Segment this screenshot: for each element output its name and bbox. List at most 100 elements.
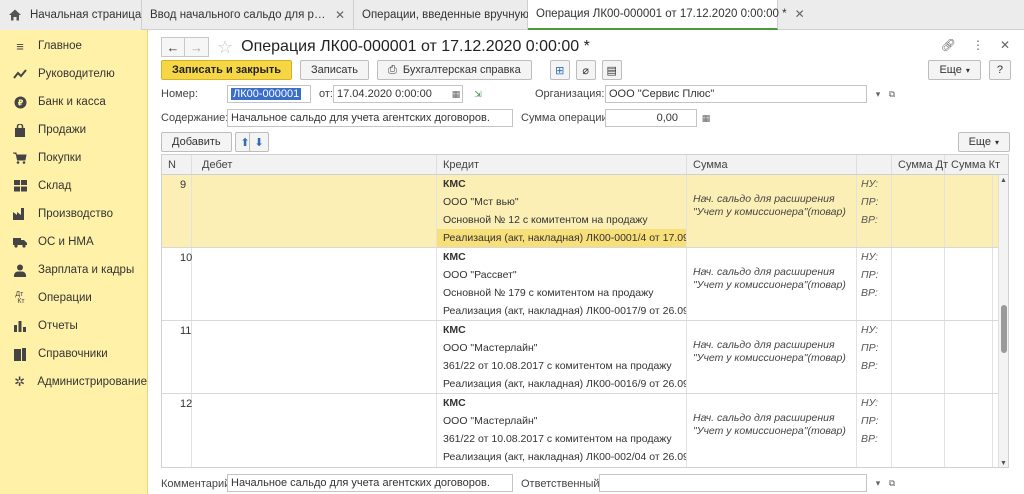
add-row-button[interactable]: Добавить	[161, 132, 232, 152]
sidebar-item-reports[interactable]: Отчеты	[0, 312, 147, 340]
sum-kt-cell[interactable]	[945, 248, 993, 320]
content-input[interactable]: Начальное сальдо для учета агентских дог…	[227, 109, 513, 127]
debit-cell[interactable]	[192, 175, 437, 247]
tab-opening-balance[interactable]: Ввод начального сальдо для расширения "У…	[142, 0, 354, 30]
sidebar-item-salary[interactable]: Зарплата и кадры	[0, 256, 147, 284]
tab-current-operation[interactable]: Операция ЛК00-000001 от 17.12.2020 0:00:…	[528, 0, 805, 30]
star-icon[interactable]: ☆	[217, 37, 233, 58]
sum-kt-cell[interactable]	[945, 394, 993, 467]
sidebar-item-references[interactable]: Справочники	[0, 340, 147, 368]
col-n[interactable]: N	[162, 155, 192, 174]
help-button[interactable]: ?	[988, 60, 1011, 80]
col-debit[interactable]: Дебет	[192, 155, 437, 174]
table-row[interactable]: 11 КМС ООО "Мастерлайн" 361/22 от 10.08.…	[162, 321, 1008, 394]
more-button[interactable]: Еще ▾	[928, 60, 981, 80]
set-date-icon[interactable]: ⇲	[471, 87, 485, 101]
sidebar-item-main[interactable]: ≡ Главное	[0, 32, 147, 60]
svg-text:₽: ₽	[17, 98, 23, 107]
tab-bar: Начальная страница Ввод начального сальд…	[0, 0, 1024, 30]
credit-cell[interactable]: КМС ООО "Мастерлайн" 361/22 от 10.08.201…	[437, 394, 687, 467]
credit-cell[interactable]: КМС ООО "Мастерлайн" 361/22 от 10.08.201…	[437, 321, 687, 393]
scroll-down-icon[interactable]: ▼	[1000, 460, 1007, 467]
table-row[interactable]: 9 КМС ООО "Мст вью" Основной № 12 с коми…	[162, 175, 1008, 248]
save-button[interactable]: Записать	[300, 60, 370, 80]
col-credit[interactable]: Кредит	[437, 155, 687, 174]
sidebar-item-warehouse[interactable]: Склад	[0, 172, 147, 200]
dropdown-icon[interactable]: ▾	[871, 476, 885, 490]
calculator-icon[interactable]: ▦	[699, 111, 713, 125]
date-input[interactable]: 17.04.2020 0:00:00	[333, 85, 463, 103]
open-icon[interactable]: ⧉	[885, 476, 899, 490]
close-icon[interactable]: ✕	[335, 8, 345, 22]
sidebar-item-sales[interactable]: Продажи	[0, 116, 147, 144]
accounting-ref-button[interactable]: ⎙ Бухгалтерская справка	[377, 60, 532, 80]
sum-cell[interactable]: Нач. сальдо для расширения "Учет у комис…	[687, 248, 857, 320]
forward-button[interactable]: →	[185, 37, 209, 57]
bag-icon	[12, 122, 28, 138]
comment-label: Комментарий:	[161, 478, 234, 490]
structure-button[interactable]: ⊞	[549, 60, 570, 80]
col-sum-dt[interactable]: Сумма Дт	[892, 155, 948, 174]
sidebar-item-fixed-assets[interactable]: ОС и НМА	[0, 228, 147, 256]
sum-dt-cell[interactable]	[892, 175, 945, 247]
debit-cell[interactable]	[192, 394, 437, 467]
org-input[interactable]: ООО "Сервис Плюс"	[605, 85, 867, 103]
dropdown-icon[interactable]: ▾	[871, 87, 885, 101]
col-sum-kt[interactable]: Сумма Кт	[945, 155, 1000, 174]
move-down-button[interactable]: ⬇	[249, 132, 269, 152]
sidebar-item-bank[interactable]: ₽ Банк и касса	[0, 88, 147, 116]
flag-nu: НУ:	[861, 251, 878, 263]
sidebar-item-production[interactable]: Производство	[0, 200, 147, 228]
flag-pr: ПР:	[861, 415, 879, 427]
tab-manual-operations[interactable]: Операции, введенные вручную ✕	[354, 0, 547, 30]
scroll-thumb[interactable]	[1001, 305, 1007, 353]
org-label: Организация:	[535, 88, 605, 100]
link-icon[interactable]: 🔗︎	[941, 38, 956, 52]
sum-value: 0,00	[656, 112, 678, 124]
sum-dt-cell[interactable]	[892, 248, 945, 320]
table-scrollbar[interactable]: ▲ ▼	[998, 175, 1008, 467]
tab-home[interactable]: Начальная страница	[0, 0, 142, 30]
sidebar-item-purchases[interactable]: Покупки	[0, 144, 147, 172]
table-row[interactable]: 12 КМС ООО "Мастерлайн" 361/22 от 10.08.…	[162, 394, 1008, 467]
sum-dt-cell[interactable]	[892, 321, 945, 393]
debit-cell[interactable]	[192, 321, 437, 393]
open-icon[interactable]: ⧉	[885, 87, 899, 101]
document-button[interactable]: ▤	[601, 60, 622, 80]
scroll-up-icon[interactable]: ▲	[1000, 177, 1007, 184]
more-vert-icon[interactable]: ⋮	[972, 38, 984, 52]
save-close-button[interactable]: Записать и закрыть	[161, 60, 293, 80]
responsible-input[interactable]	[599, 474, 867, 492]
flag-pr: ПР:	[861, 269, 879, 281]
sum-input[interactable]: 0,00	[605, 109, 697, 127]
truck-icon	[12, 234, 28, 250]
sidebar-item-label: Склад	[38, 180, 72, 192]
sidebar-item-operations[interactable]: Дт Кт Операции	[0, 284, 147, 312]
credit-cell[interactable]: КМС ООО "Рассвет" Основной № 179 с комит…	[437, 248, 687, 320]
sidebar-item-manager[interactable]: Руководителю	[0, 60, 147, 88]
sum-cell[interactable]: Нач. сальдо для расширения "Учет у комис…	[687, 175, 857, 247]
sum-kt-cell[interactable]	[945, 175, 993, 247]
sum-cell[interactable]: Нач. сальдо для расширения "Учет у комис…	[687, 321, 857, 393]
back-button[interactable]: ←	[161, 37, 185, 57]
number-value: ЛК00-000001	[231, 88, 302, 100]
sum-dt-cell[interactable]	[892, 394, 945, 467]
close-icon[interactable]: ✕	[795, 7, 805, 21]
calendar-icon[interactable]: ▦	[449, 87, 463, 101]
credit-cell[interactable]: КМС ООО "Мст вью" Основной № 12 с комите…	[437, 175, 687, 247]
close-icon[interactable]: ✕	[1000, 38, 1010, 52]
comment-value: Начальное сальдо для учета агентских дог…	[231, 477, 490, 489]
debit-cell[interactable]	[192, 248, 437, 320]
attach-button[interactable]: ⌀	[575, 60, 596, 80]
col-sum[interactable]: Сумма	[687, 155, 857, 174]
number-input[interactable]: ЛК00-000001	[227, 85, 311, 103]
credit-subconto-2: 361/22 от 10.08.2017 с комитентом на про…	[443, 360, 672, 372]
sidebar-item-label: Главное	[38, 40, 82, 52]
comment-input[interactable]: Начальное сальдо для учета агентских дог…	[227, 474, 513, 492]
table-row[interactable]: 10 КМС ООО "Рассвет" Основной № 179 с ко…	[162, 248, 1008, 321]
sum-cell[interactable]: Нач. сальдо для расширения "Учет у комис…	[687, 394, 857, 467]
sum-kt-cell[interactable]	[945, 321, 993, 393]
page-title: Операция ЛК00-000001 от 17.12.2020 0:00:…	[241, 38, 590, 55]
table-more-button[interactable]: Еще ▾	[957, 132, 1010, 152]
sidebar-item-admin[interactable]: ✲ Администрирование	[0, 368, 147, 396]
